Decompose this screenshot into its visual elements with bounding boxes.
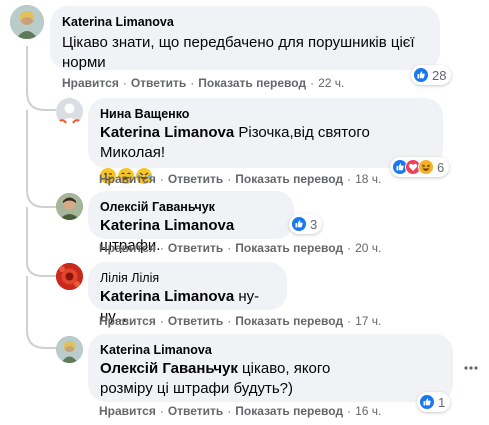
reply-button[interactable]: Ответить: [168, 314, 223, 328]
reaction-count: 28: [432, 67, 447, 83]
comment-bubble: Нина Ващенко Katerina Limanova Різочка,в…: [88, 98, 443, 184]
comment-time[interactable]: 22 ч.: [318, 76, 344, 90]
comment-time[interactable]: 16 ч.: [355, 404, 381, 418]
mention-link[interactable]: Katerina Limanova: [100, 124, 234, 141]
reaction-summary[interactable]: 28: [411, 65, 452, 85]
translate-button[interactable]: Показать перевод: [235, 172, 343, 186]
haha-reaction-icon: [418, 159, 434, 175]
avatar-photo: [10, 5, 44, 39]
reaction-count: 1: [438, 394, 446, 410]
comment-text: Олексій Гаваньчук цікаво, якого розміру …: [100, 360, 331, 397]
comment-bubble: Олексій Гаваньчук Katerina Limanova штра…: [88, 191, 294, 254]
comment-author[interactable]: Олексій Гаваньчук: [100, 199, 282, 215]
reaction-summary[interactable]: 1: [417, 392, 451, 412]
avatar-photo: [56, 193, 83, 220]
reaction-summary[interactable]: 6: [390, 157, 450, 177]
comment-time[interactable]: 18 ч.: [355, 172, 381, 186]
comment-author[interactable]: Katerina Limanova: [62, 14, 428, 30]
reply-button[interactable]: Ответить: [168, 241, 223, 255]
reaction-count: 3: [310, 216, 318, 232]
reply-button[interactable]: Ответить: [168, 172, 223, 186]
comment-bubble: Katerina Limanova Олексій Гаваньчук ціка…: [88, 334, 453, 402]
avatar[interactable]: [56, 98, 83, 125]
reaction-count: 6: [437, 159, 445, 175]
comment-actions: Нравится · Ответить · Показать перевод · 20 ч.: [99, 241, 382, 255]
like-button[interactable]: Нравится: [62, 76, 119, 90]
reaction-summary[interactable]: 3: [289, 214, 323, 234]
comment-time[interactable]: 20 ч.: [355, 241, 381, 255]
avatar[interactable]: [56, 193, 83, 220]
default-avatar-icon: [56, 98, 83, 125]
comment-bubble: Лілія Лілія Katerina Limanova ну-ну...: [88, 262, 287, 325]
comment-bubble: Katerina Limanova Цікаво знати, що перед…: [50, 6, 440, 71]
like-button[interactable]: Нравится: [99, 314, 156, 328]
like-button[interactable]: Нравится: [99, 404, 156, 418]
comment-text: Цікаво знати, що передбачено для порушни…: [62, 34, 415, 71]
avatar[interactable]: [10, 5, 44, 39]
avatar-photo: [56, 263, 83, 290]
translate-button[interactable]: Показать перевод: [235, 241, 343, 255]
like-button[interactable]: Нравится: [99, 172, 156, 186]
like-reaction-icon: [413, 67, 429, 83]
more-options-icon[interactable]: [463, 360, 479, 376]
comment-actions: Нравится · Ответить · Показать перевод · 22 ч.: [62, 76, 345, 90]
mention-link[interactable]: Katerina Limanova: [100, 217, 234, 234]
comment-text: Katerina Limanova Різочка,від святого Ми…: [100, 124, 370, 161]
comment-author[interactable]: Лілія Лілія: [100, 270, 275, 286]
like-reaction-icon: [419, 394, 435, 410]
like-reaction-icon: [291, 216, 307, 232]
translate-button[interactable]: Показать перевод: [235, 404, 343, 418]
mention-link[interactable]: Олексій Гаваньчук: [100, 360, 238, 377]
reply-button[interactable]: Ответить: [168, 404, 223, 418]
comment-author[interactable]: Katerina Limanova: [100, 342, 441, 358]
comment-actions: Нравится · Ответить · Показать перевод · 16 ч.: [99, 404, 382, 418]
like-button[interactable]: Нравится: [99, 241, 156, 255]
avatar[interactable]: [56, 336, 83, 363]
translate-button[interactable]: Показать перевод: [235, 314, 343, 328]
mention-link[interactable]: Katerina Limanova: [100, 288, 234, 305]
comment-actions: Нравится · Ответить · Показать перевод · 17 ч.: [99, 314, 382, 328]
comment-actions: Нравится · Ответить · Показать перевод · 18 ч.: [99, 172, 382, 186]
translate-button[interactable]: Показать перевод: [198, 76, 306, 90]
avatar-photo: [56, 336, 83, 363]
comment-time[interactable]: 17 ч.: [355, 314, 381, 328]
reply-button[interactable]: Ответить: [131, 76, 186, 90]
comment-author[interactable]: Нина Ващенко: [100, 106, 431, 122]
avatar[interactable]: [56, 263, 83, 290]
